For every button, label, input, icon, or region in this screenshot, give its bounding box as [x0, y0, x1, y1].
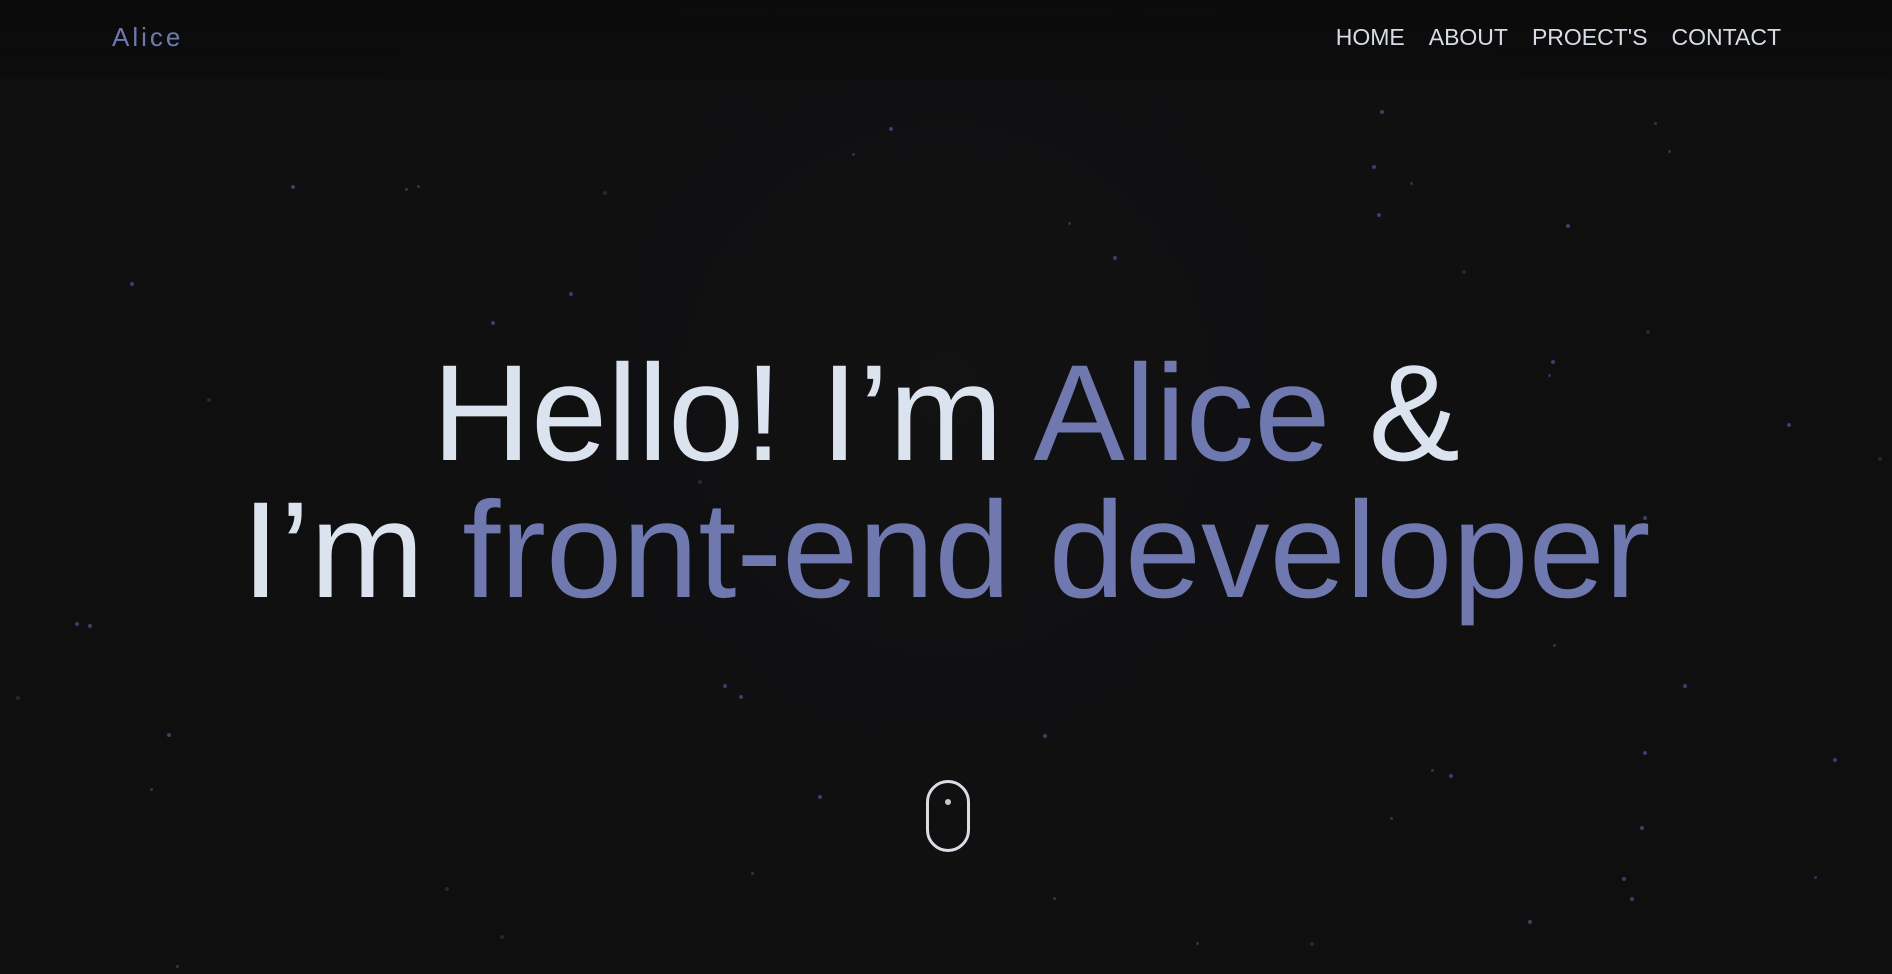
hero-role: front-end developer [462, 474, 1651, 627]
star [16, 696, 20, 700]
star [1462, 270, 1466, 274]
mouse-scroll-icon[interactable] [926, 780, 970, 852]
star [500, 935, 504, 939]
star [291, 185, 295, 189]
star [603, 191, 607, 195]
star [417, 185, 420, 188]
hero-line-1: Hello! I’m Alice & [0, 345, 1892, 482]
primary-nav: HOME ABOUT PROECT'S CONTACT [1336, 24, 1781, 51]
star [1528, 920, 1532, 924]
star [1380, 110, 1384, 114]
star [1833, 758, 1837, 762]
star [739, 695, 743, 699]
hero-line-2: I’m front-end developer [0, 482, 1892, 619]
star [1113, 256, 1117, 260]
star [1622, 877, 1626, 881]
star [150, 788, 153, 791]
star [1643, 751, 1647, 755]
star [1043, 734, 1047, 738]
hero-ampersand: & [1330, 337, 1460, 490]
star [1683, 684, 1687, 688]
brand-logo-link[interactable]: Alice [112, 22, 183, 53]
star [176, 965, 179, 968]
star [751, 872, 754, 875]
nav-contact-link[interactable]: CONTACT [1672, 24, 1781, 51]
page: Alice HOME ABOUT PROECT'S CONTACT Hello!… [0, 0, 1892, 974]
star [1814, 876, 1817, 879]
hero: Hello! I’m Alice & I’m front-end develop… [0, 345, 1892, 619]
star [1068, 222, 1071, 225]
star [1196, 942, 1199, 945]
star [1390, 817, 1393, 820]
mouse-scroll-wheel-dot [945, 799, 951, 805]
star [405, 188, 408, 191]
star [1654, 122, 1657, 125]
top-navbar: Alice HOME ABOUT PROECT'S CONTACT [0, 0, 1892, 80]
star [130, 282, 134, 286]
star [1646, 330, 1650, 334]
star [1310, 942, 1314, 946]
nav-projects-link[interactable]: PROECT'S [1532, 24, 1648, 51]
star [1431, 769, 1434, 772]
star [889, 127, 893, 131]
star [75, 622, 79, 626]
star [88, 624, 92, 628]
star [1377, 213, 1381, 217]
star [1372, 165, 1376, 169]
nav-home-link[interactable]: HOME [1336, 24, 1405, 51]
star [569, 292, 573, 296]
star [445, 887, 449, 891]
star [1449, 774, 1453, 778]
star [167, 733, 171, 737]
star [818, 795, 822, 799]
star [1410, 182, 1413, 185]
star [1053, 897, 1056, 900]
star [852, 153, 855, 156]
star [1630, 897, 1634, 901]
star [723, 684, 727, 688]
hero-im: I’m [241, 474, 463, 627]
hero-greeting: Hello! I’m [432, 337, 1034, 490]
nav-about-link[interactable]: ABOUT [1429, 24, 1508, 51]
star [1668, 150, 1671, 153]
hero-name: Alice [1033, 337, 1331, 490]
star [491, 321, 495, 325]
star [1553, 644, 1556, 647]
star [1566, 224, 1570, 228]
star [1640, 826, 1644, 830]
